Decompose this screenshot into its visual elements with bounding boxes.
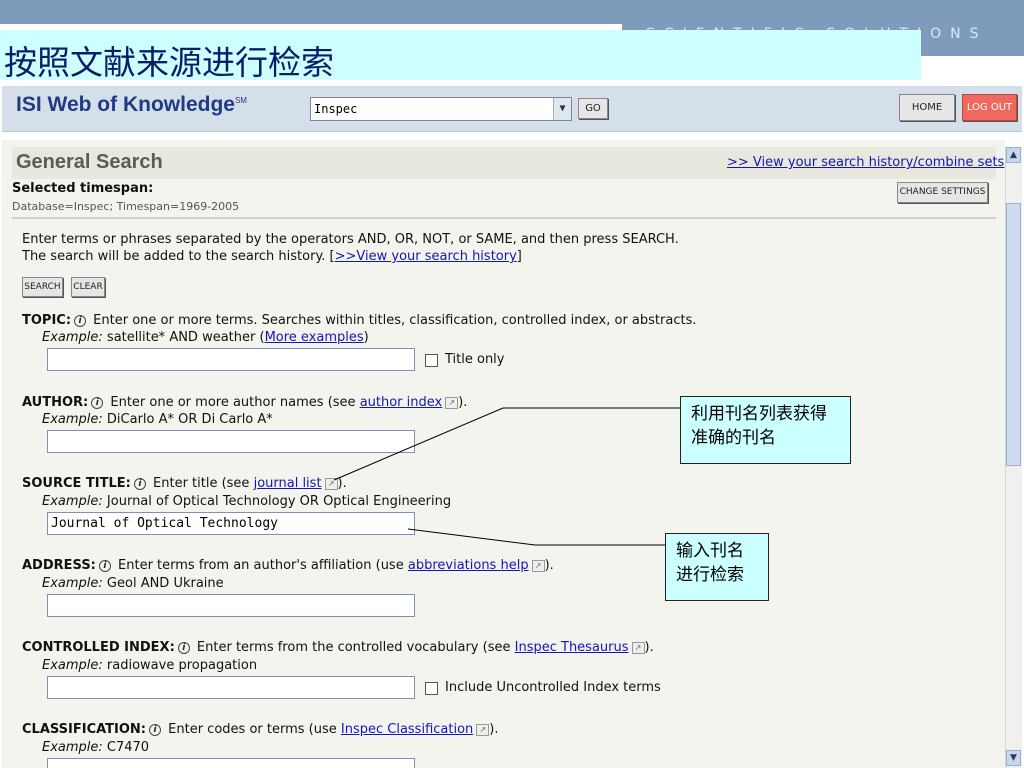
change-settings-button[interactable]: CHANGE SETTINGS [897, 182, 988, 203]
slide-top-band [0, 0, 1024, 24]
timespan-value: Database=Inspec; Timespan=1969-2005 [12, 200, 240, 213]
uncontrolled-index-checkbox[interactable] [425, 682, 438, 695]
info-icon[interactable]: i [177, 641, 190, 654]
inspec-thesaurus-link[interactable]: Inspec Thesaurus [515, 640, 629, 655]
popup-icon[interactable]: ↗ [324, 477, 338, 490]
slide: SCIENTIFIC SOLUTIONS 按照文献来源进行检索 ISI Web … [0, 0, 1024, 768]
info-icon[interactable]: i [74, 314, 87, 327]
address-input[interactable] [47, 594, 415, 617]
info-icon[interactable]: i [98, 559, 111, 572]
clear-button[interactable]: CLEAR [71, 277, 105, 297]
abbreviations-help-link[interactable]: abbreviations help [408, 558, 529, 573]
controlled-index-example: Example: radiowave propagation [42, 658, 258, 673]
classification-example: Example: C7470 [42, 740, 150, 755]
scrollbar-thumb[interactable] [1006, 203, 1021, 466]
timespan-label: Selected timespan: [12, 181, 154, 196]
author-index-link[interactable]: author index [360, 395, 443, 410]
search-history-link[interactable]: >> View your search history/combine sets [727, 155, 1004, 170]
classification-input[interactable] [47, 758, 415, 768]
more-examples-link[interactable]: More examples [265, 330, 364, 345]
info-icon[interactable]: i [133, 477, 146, 490]
go-button[interactable]: GO [578, 98, 608, 119]
source-title-input[interactable]: Journal of Optical Technology [47, 512, 415, 535]
chevron-down-icon[interactable]: ▼ [553, 98, 571, 120]
source-title-row: SOURCE TITLE: i Enter title (see journal … [22, 476, 347, 491]
info-icon[interactable]: i [91, 396, 104, 409]
view-history-link[interactable]: >>View your search history [335, 249, 517, 264]
uncontrolled-index-label: Include Uncontrolled Index terms [445, 680, 661, 695]
topic-input[interactable] [47, 348, 415, 371]
controlled-index-row: CONTROLLED INDEX: i Enter terms from the … [22, 640, 654, 655]
slide-title: 按照文献来源进行检索 [4, 43, 334, 82]
home-button[interactable]: HOME [899, 94, 955, 121]
scroll-down-icon[interactable]: ▼ [1006, 750, 1021, 766]
scroll-up-icon[interactable]: ▲ [1006, 147, 1021, 163]
topic-row: TOPIC: i Enter one or more terms. Searche… [22, 313, 697, 328]
info-icon[interactable]: i [149, 723, 162, 736]
database-select[interactable]: Inspec ▼ [310, 97, 572, 121]
popup-icon[interactable]: ↗ [631, 641, 645, 654]
title-only-label: Title only [445, 352, 505, 367]
isi-logo: ISI Web of KnowledgeSM [16, 93, 247, 116]
journal-list-link[interactable]: journal list [254, 476, 322, 491]
address-example: Example: Geol AND Ukraine [42, 576, 224, 591]
address-row: ADDRESS: i Enter terms from an author's a… [22, 558, 554, 573]
logout-button[interactable]: LOG OUT [962, 94, 1017, 121]
classification-row: CLASSIFICATION: i Enter codes or terms (u… [22, 722, 499, 737]
instructions-line-2: The search will be added to the search h… [22, 249, 522, 264]
controlled-index-input[interactable] [47, 676, 415, 699]
divider [12, 217, 996, 219]
popup-icon[interactable]: ↗ [445, 396, 459, 409]
popup-icon[interactable]: ↗ [476, 723, 490, 736]
popup-icon[interactable]: ↗ [531, 559, 545, 572]
journal-list-callout: 利用刊名列表获得准确的刊名 [680, 396, 851, 464]
page-title: General Search [16, 151, 163, 173]
search-button[interactable]: SEARCH [22, 277, 63, 297]
topic-example: Example: satellite* AND weather (More ex… [42, 330, 369, 345]
inspec-classification-link[interactable]: Inspec Classification [341, 722, 473, 737]
title-only-checkbox[interactable] [425, 354, 438, 367]
author-example: Example: DiCarlo A* OR Di Carlo A* [42, 412, 273, 427]
input-title-callout: 输入刊名进行检索 [665, 533, 769, 601]
source-title-example: Example: Journal of Optical Technology O… [42, 494, 452, 509]
author-row: AUTHOR: i Enter one or more author names … [22, 395, 468, 410]
instructions-line-1: Enter terms or phrases separated by the … [22, 232, 679, 247]
author-input[interactable] [47, 430, 415, 453]
